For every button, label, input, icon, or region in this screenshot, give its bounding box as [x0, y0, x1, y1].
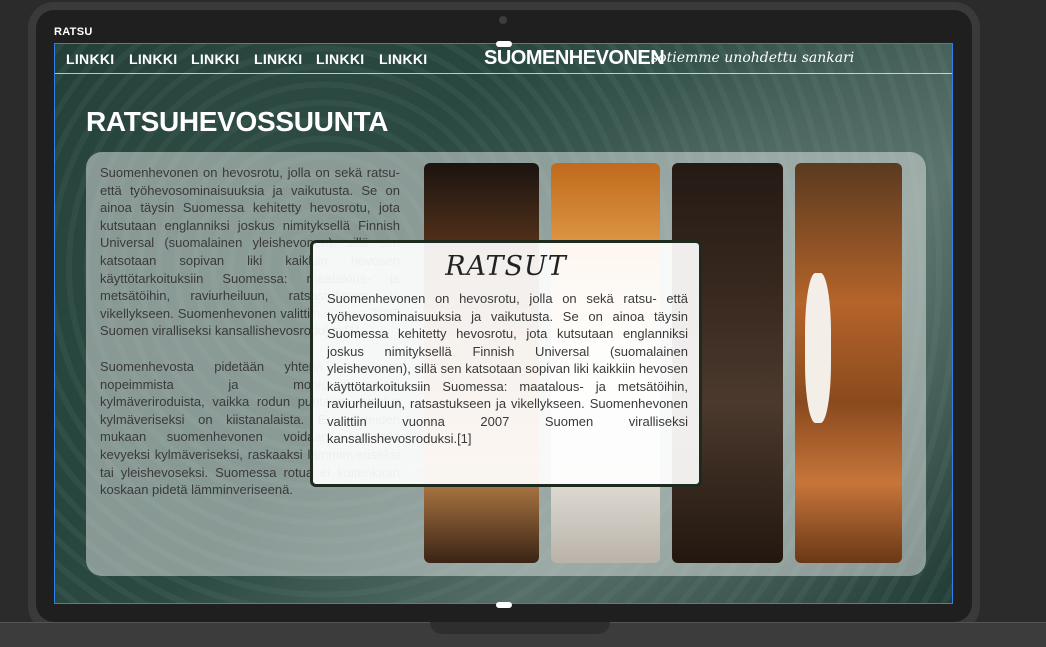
- modal-text: Suomenhevonen on hevosrotu, jolla on sek…: [327, 291, 688, 446]
- nav-link-2[interactable]: LINKKI: [129, 51, 177, 67]
- resize-handle-bottom[interactable]: [496, 602, 512, 608]
- horse-blaze: [805, 273, 831, 423]
- brand-title[interactable]: SUOMENHEVONEN: [484, 47, 665, 70]
- page-canvas[interactable]: LINKKI LINKKI LINKKI LINKKI LINKKI LINKK…: [54, 43, 953, 604]
- frame-label: RATSU: [54, 26, 93, 38]
- nav-link-1[interactable]: LINKKI: [66, 51, 114, 67]
- nav-link-5[interactable]: LINKKI: [316, 51, 364, 67]
- nav-link-6[interactable]: LINKKI: [379, 51, 427, 67]
- resize-handle-top[interactable]: [496, 41, 512, 47]
- nav-link-3[interactable]: LINKKI: [191, 51, 239, 67]
- horse-photo-4[interactable]: [795, 163, 902, 563]
- modal-title: RATSUT: [445, 251, 567, 282]
- camera-icon: [499, 16, 507, 24]
- laptop-notch: [430, 622, 610, 634]
- nav-link-4[interactable]: LINKKI: [254, 51, 302, 67]
- navbar: LINKKI LINKKI LINKKI LINKKI LINKKI LINKK…: [55, 44, 952, 74]
- info-modal[interactable]: RATSUT Suomenhevonen on hevosrotu, jolla…: [310, 240, 702, 487]
- page-title: RATSUHEVOSSUUNTA: [86, 106, 389, 137]
- brand-tagline: sotiemme unohdettu sankari: [651, 50, 855, 66]
